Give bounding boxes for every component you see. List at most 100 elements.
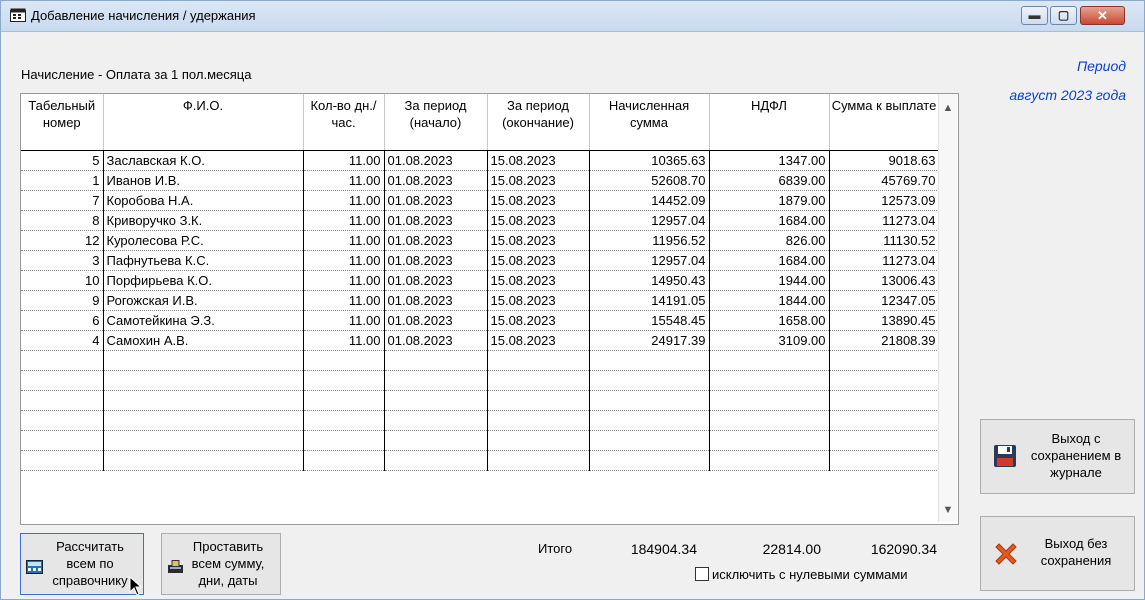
empty-row[interactable] (21, 390, 940, 411)
empty-cell[interactable] (384, 350, 488, 371)
cell-ndfl[interactable]: 826.00 (709, 230, 830, 251)
cell-fio[interactable]: Порфирьева К.О. (103, 270, 304, 291)
cell-pay[interactable]: 11273.04 (829, 210, 940, 231)
cell-accrued[interactable]: 52608.70 (589, 170, 710, 191)
empty-cell[interactable] (487, 350, 590, 371)
cell-pay[interactable]: 13006.43 (829, 270, 940, 291)
empty-cell[interactable] (589, 370, 710, 391)
column-header[interactable]: Начисленная сумма (589, 94, 710, 151)
empty-cell[interactable] (589, 390, 710, 411)
empty-cell[interactable] (487, 390, 590, 411)
scroll-up-icon[interactable]: ▲ (939, 102, 957, 114)
empty-cell[interactable] (103, 350, 304, 371)
exit-no-save-button[interactable]: Выход без сохранения (980, 516, 1135, 591)
cell-qty[interactable]: 11.00 (303, 210, 385, 231)
cell-start[interactable]: 01.08.2023 (384, 210, 488, 231)
column-header[interactable]: Сумма к выплате (829, 94, 940, 151)
empty-cell[interactable] (487, 410, 590, 431)
empty-row[interactable] (21, 410, 940, 431)
empty-row[interactable] (21, 350, 940, 371)
empty-cell[interactable] (487, 430, 590, 451)
cell-tab[interactable]: 3 (21, 250, 104, 271)
cell-tab[interactable]: 1 (21, 170, 104, 191)
table-row[interactable]: 4 Самохин А.В. 11.00 01.08.2023 15.08.2023 24… (21, 330, 940, 351)
cell-accrued[interactable]: 11956.52 (589, 230, 710, 251)
column-header[interactable]: Табельный номер (21, 94, 104, 151)
empty-cell[interactable] (21, 430, 104, 451)
empty-cell[interactable] (103, 410, 304, 431)
table-row[interactable]: 9 Рогожская И.В. 11.00 01.08.2023 15.08.2023… (21, 290, 940, 311)
cell-fio[interactable]: Самохин А.В. (103, 330, 304, 351)
cell-start[interactable]: 01.08.2023 (384, 310, 488, 331)
title-bar[interactable]: Добавление начисления / удержания ▬ ▢ ✕ (1, 1, 1144, 32)
table-row[interactable]: 1 Иванов И.В. 11.00 01.08.2023 15.08.2023 526… (21, 170, 940, 191)
empty-row[interactable] (21, 430, 940, 451)
empty-cell[interactable] (103, 370, 304, 391)
cell-end[interactable]: 15.08.2023 (487, 270, 590, 291)
table-row[interactable]: 5 Заславская К.О. 11.00 01.08.2023 15.08.202… (21, 150, 940, 171)
cell-start[interactable]: 01.08.2023 (384, 250, 488, 271)
exit-save-button[interactable]: Выход с сохранением в журнале (980, 419, 1135, 494)
empty-cell[interactable] (709, 450, 830, 471)
empty-cell[interactable] (384, 390, 488, 411)
cell-qty[interactable]: 11.00 (303, 190, 385, 211)
empty-cell[interactable] (21, 350, 104, 371)
cell-ndfl[interactable]: 1684.00 (709, 250, 830, 271)
maximize-button[interactable]: ▢ (1050, 6, 1077, 25)
cell-tab[interactable]: 4 (21, 330, 104, 351)
cell-accrued[interactable]: 14191.05 (589, 290, 710, 311)
cell-accrued[interactable]: 10365.63 (589, 150, 710, 171)
calculate-all-button[interactable]: Рассчитать всем по справочнику (20, 533, 144, 595)
empty-cell[interactable] (709, 370, 830, 391)
cell-start[interactable]: 01.08.2023 (384, 290, 488, 311)
cell-ndfl[interactable]: 3109.00 (709, 330, 830, 351)
cell-end[interactable]: 15.08.2023 (487, 250, 590, 271)
cell-fio[interactable]: Рогожская И.В. (103, 290, 304, 311)
empty-cell[interactable] (487, 450, 590, 471)
cell-qty[interactable]: 11.00 (303, 230, 385, 251)
cell-tab[interactable]: 12 (21, 230, 104, 251)
empty-cell[interactable] (384, 430, 488, 451)
cell-start[interactable]: 01.08.2023 (384, 190, 488, 211)
cell-ndfl[interactable]: 1844.00 (709, 290, 830, 311)
cell-end[interactable]: 15.08.2023 (487, 190, 590, 211)
cell-tab[interactable]: 8 (21, 210, 104, 231)
empty-cell[interactable] (21, 370, 104, 391)
cell-fio[interactable]: Криворучко З.К. (103, 210, 304, 231)
empty-cell[interactable] (103, 450, 304, 471)
cell-end[interactable]: 15.08.2023 (487, 310, 590, 331)
table-row[interactable]: 7 Коробова Н.А. 11.00 01.08.2023 15.08.2023 1… (21, 190, 940, 211)
cell-ndfl[interactable]: 1658.00 (709, 310, 830, 331)
cell-pay[interactable]: 13890.45 (829, 310, 940, 331)
cell-start[interactable]: 01.08.2023 (384, 170, 488, 191)
table-row[interactable]: 12 Куролесова Р.С. 11.00 01.08.2023 15.08.20… (21, 230, 940, 251)
empty-cell[interactable] (829, 350, 940, 371)
close-button[interactable]: ✕ (1080, 6, 1125, 25)
cell-fio[interactable]: Куролесова Р.С. (103, 230, 304, 251)
empty-cell[interactable] (709, 410, 830, 431)
cell-pay[interactable]: 9018.63 (829, 150, 940, 171)
empty-cell[interactable] (829, 390, 940, 411)
empty-cell[interactable] (303, 370, 385, 391)
cell-accrued[interactable]: 12957.04 (589, 250, 710, 271)
cell-fio[interactable]: Коробова Н.А. (103, 190, 304, 211)
cell-start[interactable]: 01.08.2023 (384, 330, 488, 351)
cell-accrued[interactable]: 12957.04 (589, 210, 710, 231)
empty-cell[interactable] (303, 450, 385, 471)
cell-qty[interactable]: 11.00 (303, 150, 385, 171)
column-header[interactable]: Кол-во дн./час. (303, 94, 385, 151)
cell-tab[interactable]: 5 (21, 150, 104, 171)
empty-cell[interactable] (384, 450, 488, 471)
empty-cell[interactable] (303, 350, 385, 371)
scroll-down-icon[interactable]: ▼ (939, 504, 957, 516)
cell-start[interactable]: 01.08.2023 (384, 270, 488, 291)
column-header[interactable]: За период (окончание) (487, 94, 590, 151)
empty-cell[interactable] (709, 350, 830, 371)
cell-ndfl[interactable]: 1944.00 (709, 270, 830, 291)
empty-cell[interactable] (829, 370, 940, 391)
cell-end[interactable]: 15.08.2023 (487, 150, 590, 171)
cell-end[interactable]: 15.08.2023 (487, 330, 590, 351)
empty-cell[interactable] (21, 410, 104, 431)
cell-pay[interactable]: 11130.52 (829, 230, 940, 251)
cell-ndfl[interactable]: 1684.00 (709, 210, 830, 231)
